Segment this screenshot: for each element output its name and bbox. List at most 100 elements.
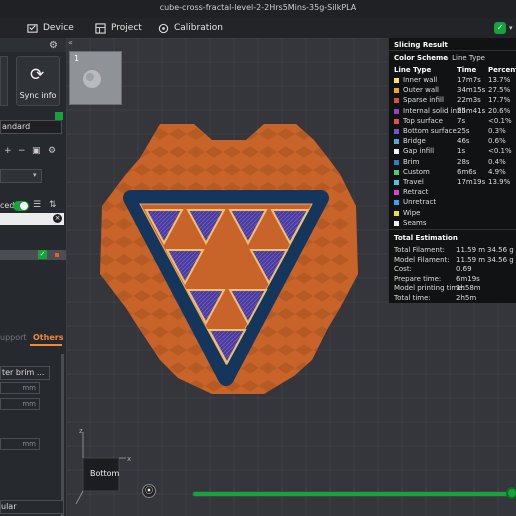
total-estimation-row: Model printing time: 1h58m	[394, 284, 516, 294]
line-type-swatch	[394, 159, 399, 165]
project-label: Project	[111, 23, 142, 33]
line-type-swatch	[394, 118, 399, 124]
gear-icon[interactable]: ⚙	[48, 146, 56, 156]
line-type-percent: 17.7%	[488, 96, 511, 105]
line-type-row[interactable]: Gap infill 1s <0.1%	[389, 147, 516, 157]
line-type-swatch	[394, 88, 399, 94]
line-type-time: 34m15s	[457, 86, 486, 95]
line-type-swatch	[394, 78, 399, 83]
line-type-name: Travel	[403, 178, 424, 186]
color-scheme-value: Line Type	[452, 54, 485, 62]
line-type-row[interactable]: Retract	[389, 188, 516, 198]
line-type-row[interactable]: Travel 17m19s 13.9%	[389, 178, 516, 188]
line-type-row[interactable]: Top surface 7s <0.1%	[389, 117, 516, 127]
selected-object-row[interactable]: ✓	[0, 250, 66, 260]
sync-info-button[interactable]: ⟳ Sync info	[16, 56, 60, 106]
line-type-time: 25s	[457, 127, 470, 135]
calibration-tab[interactable]: Calibration	[158, 21, 223, 35]
line-type-percent: 0.4%	[488, 157, 506, 166]
filament-select[interactable]: ▾	[0, 169, 42, 183]
line-type-time: 17m19s	[457, 178, 486, 186]
left-settings-panel: ⚙ ⟳ Sync info andard + − ▣ ⚙ ▾ ced ☰ ⇅ ×…	[0, 38, 66, 516]
advanced-toggle[interactable]	[13, 201, 29, 211]
line-type-row[interactable]: Custom 6m6s 4.9%	[389, 168, 516, 178]
device-tab[interactable]: Device	[27, 21, 74, 35]
process-preset-select[interactable]: andard	[0, 120, 62, 134]
line-type-percent: 13.9%	[488, 178, 511, 186]
line-type-time: 6m6s	[457, 167, 477, 176]
line-type-row[interactable]: Brim 28s 0.4%	[389, 158, 516, 168]
line-type-row[interactable]: Sparse infill 22m3s 17.7%	[389, 96, 516, 106]
line-type-time: 25m41s	[457, 106, 486, 115]
line-type-row[interactable]: Bottom surface 25s 0.3%	[389, 127, 516, 137]
line-type-percent: 0.3%	[488, 127, 506, 135]
printer-card[interactable]	[0, 56, 8, 106]
estimate-value: 6m19s	[456, 274, 480, 283]
divider	[389, 229, 516, 230]
brim-gap-field[interactable]: mm	[0, 398, 40, 410]
line-type-row[interactable]: Unretract	[389, 198, 516, 208]
estimate-key: Prepare time:	[394, 274, 442, 283]
3d-viewport[interactable]: « 1 Slicing Result Color Scheme ⌄ Line T…	[66, 38, 516, 516]
divider	[389, 50, 516, 51]
line-type-row[interactable]: Wipe	[389, 209, 516, 219]
line-type-time: 17m7s	[457, 76, 481, 84]
color-dot	[55, 253, 59, 257]
line-type-swatch	[394, 98, 399, 104]
line-type-time: 7s	[457, 116, 466, 125]
layer-slider-handle[interactable]	[506, 487, 516, 499]
line-type-swatch	[394, 210, 399, 216]
estimate-value: 2h5m	[456, 294, 477, 302]
color-scheme-select[interactable]: ⌄ Line Type	[444, 54, 485, 62]
tab-support[interactable]: upport	[0, 333, 27, 342]
tab-others[interactable]: Others	[33, 333, 63, 342]
skirt-distance-field[interactable]: mm	[0, 438, 40, 450]
slicing-result-panel: Slicing Result Color Scheme ⌄ Line Type …	[388, 38, 516, 303]
add-icon[interactable]: +	[4, 146, 12, 156]
line-type-row[interactable]: Inner wall 17m7s 13.7%	[389, 76, 516, 86]
total-estimation-row: Prepare time: 6m19s	[394, 275, 516, 285]
line-type-name: Unretract	[403, 198, 437, 207]
remove-icon[interactable]: −	[18, 146, 26, 156]
line-type-percent: 0.6%	[488, 137, 506, 146]
line-type-row[interactable]: Internal solid infill 25m41s 20.6%	[389, 107, 516, 117]
brim-width-field[interactable]: mm	[0, 382, 40, 394]
settings-scrollbar[interactable]	[61, 354, 64, 516]
line-type-name: Custom	[403, 167, 430, 176]
brim-type-select[interactable]: ter brim ...	[0, 366, 50, 380]
line-type-time: 46s	[457, 137, 470, 146]
toolbar-menu-caret[interactable]: ▾	[509, 24, 513, 32]
sort-icon[interactable]: ⇅	[49, 200, 57, 210]
layer-slider-settings-icon[interactable]: ⦿	[142, 484, 156, 498]
line-type-percent: <0.1%	[488, 116, 512, 125]
list-icon[interactable]: ☰	[33, 200, 41, 210]
line-type-percent: 4.9%	[488, 167, 506, 176]
top-toolbar: Device Project Calibration ✓ ▾	[0, 18, 516, 38]
line-type-row[interactable]: Seams	[389, 219, 516, 229]
line-type-row[interactable]: Bridge 46s 0.6%	[389, 137, 516, 147]
estimate-weight: 34.56 g	[487, 246, 514, 254]
project-tab[interactable]: Project	[95, 21, 142, 35]
line-type-name: Bridge	[403, 137, 426, 146]
layer-slider-fill	[193, 492, 513, 496]
device-icon	[27, 23, 38, 33]
clear-search-icon[interactable]: ×	[53, 214, 62, 223]
search-input[interactable]: ×	[0, 213, 64, 225]
line-type-percent: 27.5%	[488, 86, 511, 95]
save-icon[interactable]: ▣	[32, 146, 41, 156]
device-label: Device	[43, 23, 74, 33]
sync-status-button[interactable]: ✓	[494, 22, 506, 34]
estimate-key: Cost:	[394, 265, 412, 274]
line-type-swatch	[394, 180, 399, 185]
line-type-swatch	[394, 200, 399, 206]
estimate-value: 0.69	[456, 265, 472, 274]
checkbox-checked[interactable]: ✓	[38, 250, 47, 259]
line-type-row[interactable]: Outer wall 34m15s 27.5%	[389, 86, 516, 96]
preset-action-row: + − ▣ ⚙	[0, 146, 66, 158]
chevron-down-icon: ▾	[33, 171, 37, 179]
line-type-time: 28s	[457, 157, 470, 166]
layer-slider-track[interactable]	[192, 491, 514, 497]
gear-icon[interactable]: ⚙	[49, 40, 58, 51]
line-type-percent: 13.7%	[488, 76, 511, 84]
ironing-select[interactable]: ular	[0, 500, 64, 514]
